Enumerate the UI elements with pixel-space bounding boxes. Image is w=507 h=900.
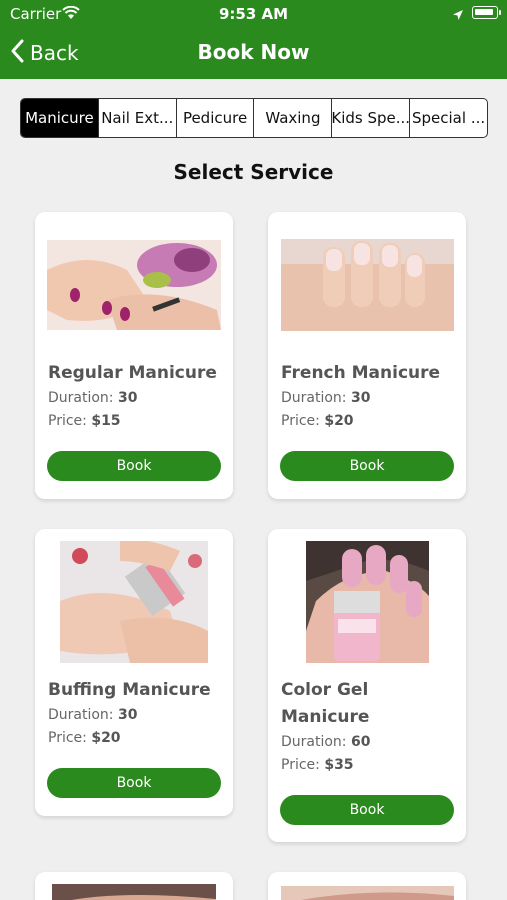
service-duration: Duration: 30 (48, 707, 138, 723)
service-name-line1: Color Gel (281, 680, 369, 700)
service-price: Price: $35 (281, 757, 354, 773)
service-image (60, 541, 208, 663)
book-button[interactable]: Book (280, 795, 454, 825)
service-price: Price: $20 (281, 413, 354, 429)
clock: 9:53 AM (218, 5, 289, 23)
service-price: Price: $20 (48, 730, 121, 746)
tab-manicure[interactable]: Manicure (21, 99, 99, 137)
service-card: Regular Manicure Duration: 30 Price: $15… (35, 212, 233, 499)
service-name: French Manicure (281, 363, 441, 383)
service-card: Buffing Manicure Duration: 30 Price: $20… (35, 529, 233, 816)
service-image (52, 884, 216, 900)
book-button[interactable]: Book (47, 451, 221, 481)
tab-kids-special[interactable]: Kids Spe... (332, 99, 411, 137)
book-button[interactable]: Book (280, 451, 454, 481)
tab-special[interactable]: Special ... (410, 99, 487, 137)
service-duration: Duration: 30 (48, 390, 138, 406)
tab-pedicure[interactable]: Pedicure (177, 99, 255, 137)
book-button[interactable]: Book (47, 768, 221, 798)
service-name: Buffing Manicure (48, 680, 211, 700)
service-name: Color Gel Manicure (281, 677, 369, 731)
service-image (281, 886, 454, 900)
service-name: Regular Manicure (48, 363, 217, 383)
service-duration: Duration: 30 (281, 390, 371, 406)
service-price: Price: $15 (48, 413, 121, 429)
service-duration: Duration: 60 (281, 734, 371, 750)
battery-tip (499, 10, 501, 15)
tab-nail-extensions[interactable]: Nail Ext... (99, 99, 177, 137)
service-card (268, 872, 466, 900)
service-name-line2: Manicure (281, 707, 370, 727)
status-bar: Carrier 9:53 AM (0, 0, 507, 28)
location-icon (452, 6, 464, 25)
service-card: Color Gel Manicure Duration: 60 Price: $… (268, 529, 466, 842)
battery-icon (472, 6, 498, 19)
navigation-bar: Back Book Now (0, 28, 507, 79)
service-card (35, 872, 233, 900)
service-image (306, 541, 429, 663)
service-card: French Manicure Duration: 30 Price: $20 … (268, 212, 466, 499)
page-title: Book Now (197, 40, 310, 64)
section-title: Select Service (173, 160, 334, 184)
category-tabs: Manicure Nail Ext... Pedicure Waxing Kid… (20, 98, 488, 138)
service-image (281, 239, 454, 331)
tab-waxing[interactable]: Waxing (254, 99, 333, 137)
service-image (47, 240, 221, 330)
